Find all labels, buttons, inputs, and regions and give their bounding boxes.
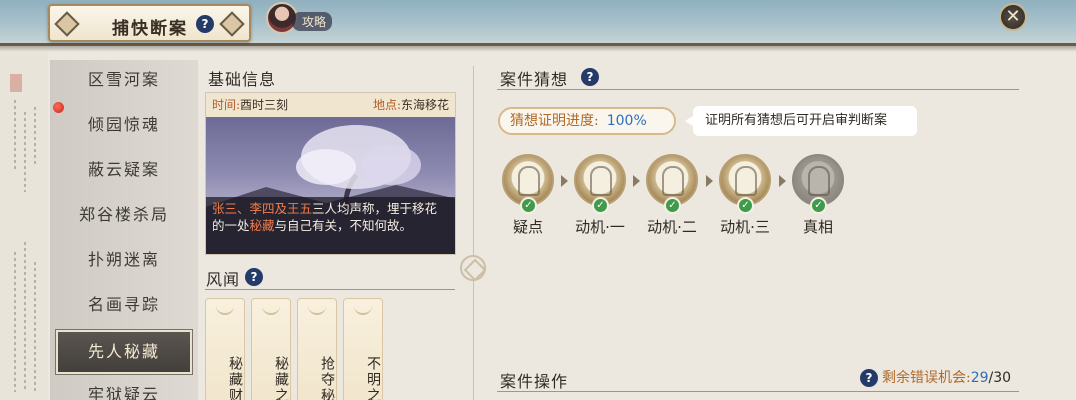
errors-help-icon[interactable]: ? bbox=[860, 369, 878, 387]
check-icon: ✓ bbox=[737, 197, 754, 214]
case-ops-title: 案件操作 bbox=[500, 372, 569, 391]
case-item[interactable]: 牢狱疑云 bbox=[50, 375, 198, 400]
rumors-rule bbox=[205, 289, 455, 290]
rumors-help-icon[interactable]: ? bbox=[245, 268, 263, 286]
figure-icon bbox=[518, 166, 540, 196]
errors-current: 29 bbox=[970, 370, 989, 386]
rumor-cap bbox=[216, 303, 234, 315]
calligraphy-line bbox=[24, 242, 26, 392]
figure-icon bbox=[735, 166, 757, 196]
errors-label: 剩余错误机会: bbox=[882, 370, 971, 386]
step-label: 动机·一 bbox=[575, 218, 625, 236]
rumor-cap bbox=[262, 303, 280, 315]
errors-total: 30 bbox=[993, 370, 1012, 386]
step-arrow-icon bbox=[561, 175, 568, 187]
close-button[interactable]: ✕ bbox=[999, 3, 1027, 31]
error-chances: ? 剩余错误机会:29/30 bbox=[860, 367, 1011, 389]
top-bar-shadow bbox=[0, 46, 1076, 52]
column-divider bbox=[473, 66, 474, 400]
notification-dot bbox=[53, 102, 64, 113]
rumor-card[interactable]: 不明之 bbox=[343, 298, 383, 400]
calligraphy-line bbox=[34, 262, 36, 392]
rumor-card[interactable]: 抢夺秘 bbox=[297, 298, 337, 400]
case-guess-title: 案件猜想 bbox=[500, 70, 569, 89]
page-title: 捕快断案 bbox=[112, 19, 188, 39]
progress-label: 猜想证明进度: bbox=[510, 113, 599, 129]
place-value: 东海移花 bbox=[400, 98, 449, 112]
rumor-text: 不明之 bbox=[365, 356, 381, 400]
desc-names: 张三、李四及王五 bbox=[212, 201, 313, 216]
desc-part2: 与自己有关，不知何故。 bbox=[274, 218, 413, 233]
check-icon: ✓ bbox=[664, 197, 681, 214]
info-header: 时间:酉时三刻 地点:东海移花 bbox=[206, 93, 455, 117]
rumor-text: 秘藏之 bbox=[273, 356, 289, 400]
rumor-text: 秘藏财 bbox=[227, 356, 243, 400]
calligraphy-line bbox=[24, 112, 26, 192]
step-arrow-icon bbox=[706, 175, 713, 187]
time-key: 时间: bbox=[212, 98, 241, 112]
basic-info-card[interactable]: 时间:酉时三刻 地点:东海移花 张三、李四及王五三人均声称，埋于移花的一处秘藏与… bbox=[205, 92, 456, 255]
case-item[interactable]: 倾园惊魂 bbox=[50, 105, 198, 149]
calligraphy-line bbox=[34, 107, 36, 167]
case-item[interactable]: 郑谷楼杀局 bbox=[50, 195, 198, 239]
title-help-icon[interactable]: ? bbox=[196, 15, 214, 33]
title-plate: 捕快断案 ? bbox=[48, 4, 251, 42]
calligraphy-line bbox=[14, 100, 16, 170]
basic-info-title: 基础信息 bbox=[208, 70, 277, 89]
step-label: 动机·三 bbox=[720, 218, 770, 236]
step-arrow-icon bbox=[633, 175, 640, 187]
seal-stamp bbox=[10, 74, 22, 92]
rumors-title: 风闻 bbox=[206, 270, 241, 289]
case-item[interactable]: 扑朔迷离 bbox=[50, 240, 198, 284]
check-icon: ✓ bbox=[520, 197, 537, 214]
place-key: 地点: bbox=[372, 98, 401, 112]
case-description: 张三、李四及王五三人均声称，埋于移花的一处秘藏与自己有关，不知何故。 bbox=[206, 197, 455, 254]
case-item[interactable]: 区雪河案 bbox=[50, 60, 198, 104]
calligraphy-strip bbox=[0, 52, 48, 400]
figure-icon bbox=[662, 166, 684, 196]
close-icon: ✕ bbox=[1005, 6, 1021, 27]
step-arrow-icon bbox=[779, 175, 786, 187]
right-ornament-icon bbox=[219, 11, 245, 37]
rumor-cap bbox=[354, 303, 372, 315]
check-icon: ✓ bbox=[810, 197, 827, 214]
check-icon: ✓ bbox=[592, 197, 609, 214]
guide-button[interactable]: 攻略 bbox=[266, 2, 332, 36]
case-item[interactable]: 蔽云疑案 bbox=[50, 150, 198, 194]
figure-icon bbox=[808, 166, 830, 196]
divider-knot-icon bbox=[460, 255, 486, 281]
case-guess-help-icon[interactable]: ? bbox=[581, 68, 599, 86]
progress-tip: 证明所有猜想后可开启审判断案 bbox=[685, 106, 917, 136]
rumor-text: 抢夺秘 bbox=[319, 356, 335, 400]
calligraphy-line bbox=[14, 252, 16, 392]
progress-value: 100% bbox=[606, 113, 647, 129]
rumor-card[interactable]: 秘藏之 bbox=[251, 298, 291, 400]
step-label: 动机·二 bbox=[647, 218, 697, 236]
left-ornament-icon bbox=[54, 11, 80, 37]
case-list: 区雪河案 倾园惊魂 蔽云疑案 郑谷楼杀局 扑朔迷离 名画寻踪 先人秘藏 牢狱疑云 bbox=[50, 60, 198, 400]
step-label: 真相 bbox=[802, 218, 833, 236]
case-ops-rule bbox=[497, 391, 1019, 392]
guide-label: 攻略 bbox=[292, 12, 332, 31]
case-guess-rule bbox=[497, 89, 1019, 90]
step-label: 疑点 bbox=[512, 218, 543, 236]
rumor-cap bbox=[308, 303, 326, 315]
guess-progress: 猜想证明进度: 100% bbox=[498, 107, 676, 135]
desc-highlight: 秘藏 bbox=[249, 218, 275, 233]
case-item[interactable]: 名画寻踪 bbox=[50, 285, 198, 329]
rumor-card[interactable]: 秘藏财 bbox=[205, 298, 245, 400]
time-value: 酉时三刻 bbox=[240, 98, 289, 112]
figure-icon bbox=[590, 166, 612, 196]
case-item-active[interactable]: 先人秘藏 bbox=[55, 329, 193, 375]
